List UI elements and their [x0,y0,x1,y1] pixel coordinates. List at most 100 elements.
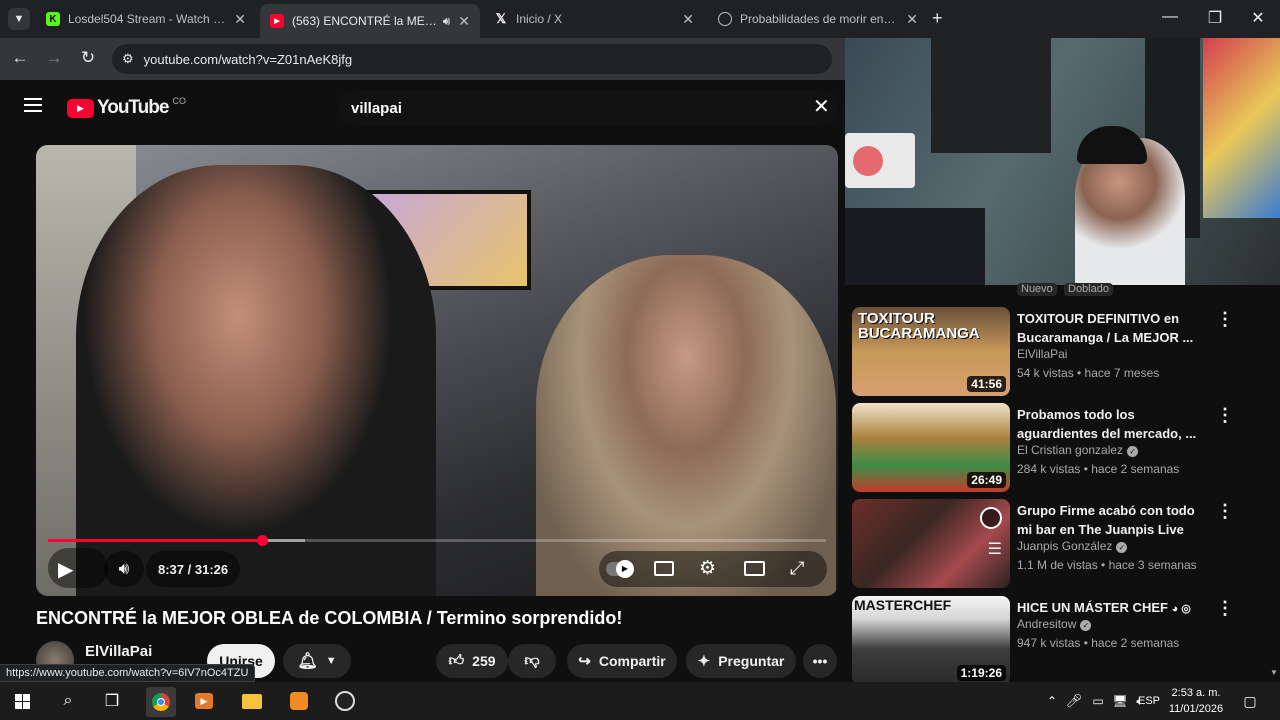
close-window-button[interactable]: ✕ [1235,8,1280,28]
recommendation-channel[interactable]: Andresitow ✓ [1017,617,1092,631]
recommendation-item[interactable]: MASTERCHEF 1:19:26 HICE UN MÁSTER CHEF ◕… [852,596,1272,688]
clear-search-icon[interactable]: ✕ [813,94,830,119]
recommendation-item[interactable]: 26:49 Probamos todo los aguardientes del… [852,403,1272,495]
youtube-icon: ▶ [270,14,284,28]
tab-kick-stream[interactable]: K Losdel504 Stream - Watch Live ✕ [36,4,256,34]
time-display: 8:37 / 31:26 [146,551,241,587]
youtube-logo[interactable]: ▶ YouTube CO [67,96,186,119]
video-thumbnail[interactable]: 26:49 [852,403,1010,492]
close-tab-icon[interactable]: ✕ [906,11,918,28]
notifications-icon[interactable]: ▢ [1238,689,1262,713]
emoji-icons: ◕ ◎ [1171,603,1191,615]
url-field[interactable]: ⚙ youtube.com/watch?v=Z01nAeK8jfg [112,44,832,74]
recommendation-title[interactable]: Grupo Firme acabó con todo mi bar en The… [1017,501,1207,539]
verified-icon: ✓ [1080,620,1092,631]
recommendation-channel[interactable]: Juanpis González ✓ [1017,539,1128,553]
play-button[interactable]: ▶ [58,557,73,582]
back-button[interactable]: ← [8,48,32,68]
battery-icon[interactable]: ▭ [1086,689,1110,713]
recommendation-title[interactable]: HICE UN MÁSTER CHEF ◕ ◎ [1017,598,1207,619]
notifications-button[interactable]: 🔔︎ ▼ [283,644,351,678]
sparkle-icon: ✦ [697,653,711,670]
autoplay-toggle[interactable]: ▶ [606,560,634,578]
like-button[interactable]: 👍︎ 259 [436,644,508,678]
restore-button[interactable]: ❐ [1192,8,1238,28]
share-label: Compartir [598,653,666,669]
settings-gear-icon[interactable]: ⚙ [699,557,716,580]
chip-dubbed[interactable]: Doblado [1064,283,1113,296]
progress-track[interactable] [48,535,826,546]
channel-text: Juanpis González [1017,539,1113,553]
watch-later-icon[interactable] [980,507,1002,529]
video-thumbnail[interactable]: MASTERCHEF 1:19:26 [852,596,1010,685]
recommendation-channel[interactable]: ElVillaPai [1017,347,1067,361]
video-player[interactable]: ▶ 🔊︎ 8:37 / 31:26 ▶ ⚙ ⤢ [36,145,838,596]
more-options-icon[interactable]: ⋮ [1216,501,1234,522]
search-text: villapai [351,99,402,117]
close-tab-icon[interactable]: ✕ [682,11,694,28]
search-icon[interactable]: ⌕ [56,689,80,713]
scrollbar[interactable]: ▼ [1270,668,1278,677]
menu-icon[interactable] [24,98,42,112]
language-indicator[interactable]: ESP [1138,695,1160,707]
url-text: youtube.com/watch?v=Z01nAeK8jfg [143,51,353,67]
task-view-icon[interactable]: ❒ [100,689,124,713]
obs-icon[interactable] [333,689,357,713]
tab-probabilidades[interactable]: Probabilidades de morir en avión ✕ [708,4,928,34]
more-options-icon[interactable]: ⋮ [1216,309,1234,330]
video-thumbnail[interactable]: ☰ [852,499,1010,588]
chevron-up-icon[interactable]: ⌃ [1040,689,1064,713]
close-tab-icon[interactable]: ✕ [234,11,246,28]
site-settings-icon[interactable]: ⚙ [122,51,134,67]
played-bar [48,539,262,542]
file-explorer-icon[interactable] [240,689,264,713]
address-bar-row: ← → ↻ ⚙ youtube.com/watch?v=Z01nAeK8jfg [0,38,845,80]
recommendation-title[interactable]: Probamos todo los aguardientes del merca… [1017,405,1207,443]
microphone-icon[interactable]: 🎤︎ [1062,689,1086,713]
clock[interactable]: 2:53 a. m. 11/01/2026 [1168,685,1224,717]
video-thumbnail[interactable]: TOXITOUR BUCARAMANGA 41:56 [852,307,1010,396]
close-tab-icon[interactable]: ✕ [458,13,470,30]
new-tab-button[interactable]: + [932,8,943,29]
ask-button[interactable]: ✦ Preguntar [686,644,796,678]
tab-youtube-video[interactable]: ▶ (563) ENCONTRÉ la MEJOR 🔊︎ ✕ [260,4,480,38]
tab-search-button[interactable]: ▼ [8,8,30,30]
speaker-icon[interactable]: 🔊︎ [443,14,451,29]
region-code: CO [172,96,186,106]
tab-x-home[interactable]: 𝕏 Inicio / X ✕ [484,4,704,34]
fl-studio-icon[interactable] [287,689,311,713]
channel-name[interactable]: ElVillaPai [85,643,152,660]
youtube-header: ▶ YouTube CO villapai ✕ [0,80,845,136]
media-player-icon[interactable]: ▶ [192,689,216,713]
more-options-icon[interactable]: ⋮ [1216,598,1234,619]
minimize-button[interactable]: — [1147,8,1193,26]
chevron-down-icon: ▼ [325,655,337,667]
chrome-icon[interactable] [146,687,176,717]
forward-button[interactable]: → [42,48,66,68]
search-input[interactable]: villapai [337,90,839,126]
share-button[interactable]: ↪ Compartir [567,644,677,678]
recommendation-title[interactable]: TOXITOUR DEFINITIVO en Bucaramanga / La … [1017,309,1207,347]
theater-mode-icon[interactable] [744,561,765,576]
globe-icon [718,12,732,26]
chip-new[interactable]: Nuevo [1017,283,1057,296]
tab-label: Losdel504 Stream - Watch Live [68,12,227,26]
dislike-button[interactable]: 👎︎ [508,644,556,678]
controls-left-pill [48,548,108,588]
recommendation-channel[interactable]: El Cristian gonzalez ✓ [1017,443,1139,457]
recommendation-item[interactable]: TOXITOUR BUCARAMANGA 41:56 TOXITOUR DEFI… [852,307,1272,399]
volume-button[interactable]: 🔊︎ [104,551,144,587]
more-options-icon[interactable]: ⋮ [1216,405,1234,426]
recommendation-meta: 284 k vistas • hace 2 semanas [1017,462,1180,476]
reload-button[interactable]: ↻ [76,48,100,68]
windows-start-icon[interactable] [10,689,34,713]
tab-label: Inicio / X [516,12,563,26]
more-actions-button[interactable]: ••• [803,644,837,678]
scrubber-handle[interactable] [256,535,268,546]
recommendation-meta: 54 k vistas • hace 7 meses [1017,366,1160,380]
recommendation-item[interactable]: ☰ Grupo Firme acabó con todo mi bar en T… [852,499,1272,591]
add-to-queue-icon[interactable]: ☰ [988,539,1002,559]
subtitles-icon[interactable] [654,561,674,576]
fullscreen-icon[interactable]: ⤢ [790,558,804,579]
duration-badge: 41:56 [967,376,1006,392]
